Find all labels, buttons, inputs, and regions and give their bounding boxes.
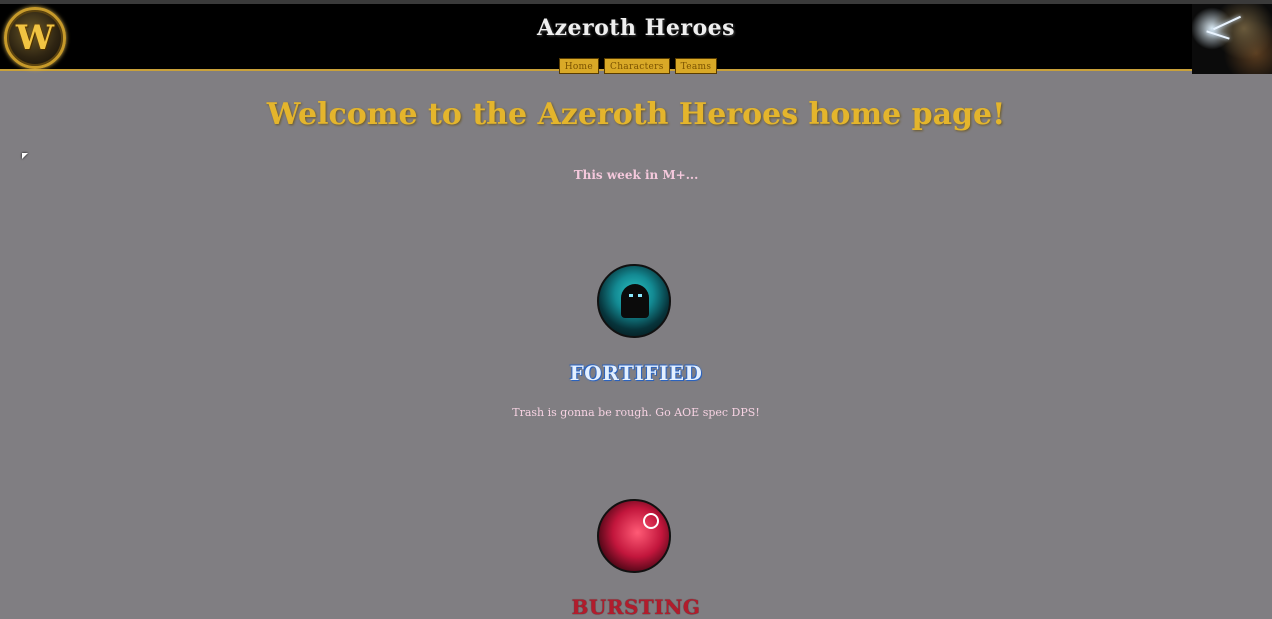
main-nav: Home Characters Teams: [0, 58, 1272, 74]
welcome-heading: Welcome to the Azeroth Heroes home page!: [266, 97, 1006, 132]
eye-icon: [638, 294, 642, 297]
bursting-affix-icon: [597, 499, 671, 573]
week-heading: This week in M+...: [573, 168, 699, 182]
hero-art-image: [1192, 4, 1272, 74]
fortified-affix-icon: [597, 264, 671, 338]
skull-burst-icon: [643, 513, 659, 529]
mouse-cursor-icon: [22, 153, 28, 159]
nav-teams-button[interactable]: Teams: [674, 58, 718, 74]
affix-description-fortified: Trash is gonna be rough. Go AOE spec DPS…: [512, 406, 760, 419]
site-header: W Azeroth Heroes Home Characters Teams: [0, 0, 1272, 74]
eye-icon: [629, 294, 633, 297]
site-title: Azeroth Heroes: [536, 15, 736, 41]
affix-name-fortified: FORTIFIED: [569, 361, 703, 385]
shadow-figure-icon: [621, 284, 649, 318]
lightning-icon: [1212, 15, 1242, 31]
nav-characters-button[interactable]: Characters: [604, 58, 670, 74]
lightning-icon: [1206, 30, 1230, 40]
nav-home-button[interactable]: Home: [558, 58, 600, 74]
affix-name-bursting: BURSTING: [571, 595, 701, 619]
